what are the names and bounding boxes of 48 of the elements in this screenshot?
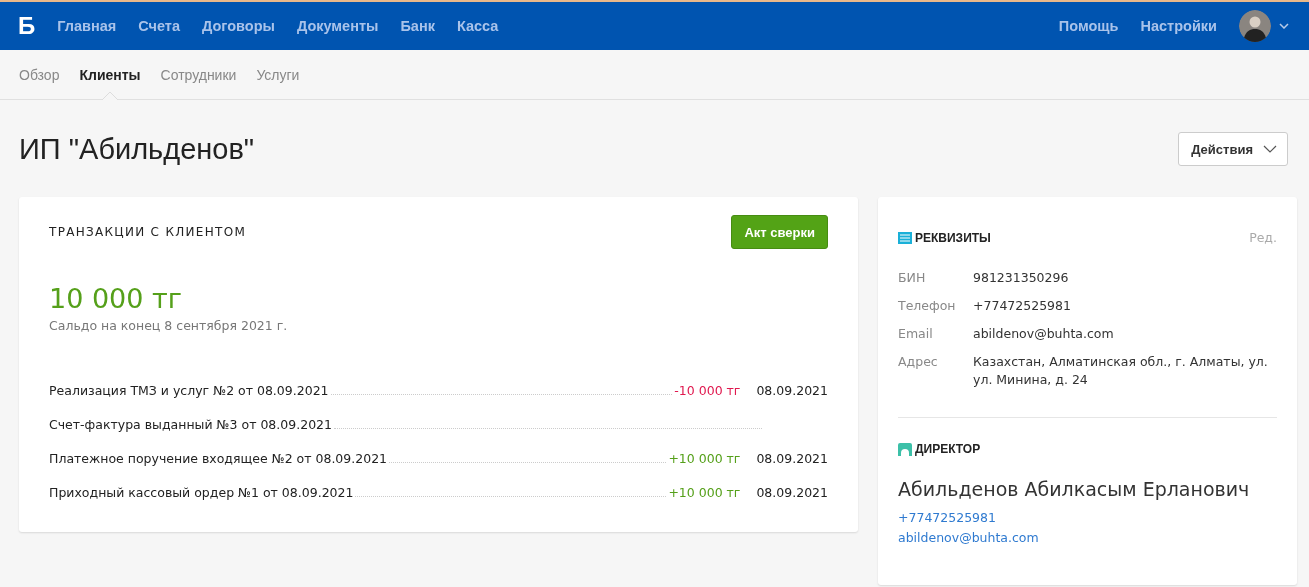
phone-link[interactable]: +77472525981 (898, 508, 996, 528)
balance-amount: 10 000 тг (49, 283, 183, 314)
transaction-amount: +10 000 тг (668, 450, 741, 468)
field-label: Телефон (898, 297, 957, 315)
reconciliation-button[interactable]: Акт сверки (731, 215, 828, 249)
field-label: Адрес (898, 353, 939, 371)
nav-link[interactable]: Счета (138, 18, 180, 34)
nav-link[interactable]: Банк (400, 18, 435, 34)
nav-link[interactable]: Договоры (202, 18, 275, 34)
field-value: 981231350296 (973, 269, 1070, 287)
transaction-date: 08.09.2021 (756, 450, 828, 468)
nav-link[interactable]: Документы (296, 18, 379, 34)
tab[interactable]: Обзор (19, 66, 60, 83)
actions-button[interactable]: Действия (1178, 132, 1288, 166)
tab[interactable]: Клиенты (79, 66, 141, 83)
caret-icon[interactable] (1279, 23, 1289, 29)
caret-icon (1263, 145, 1277, 153)
transaction-amount: -10 000 тг (674, 382, 741, 400)
page-title: ИП "Абильденов" (19, 132, 255, 166)
transaction-link[interactable]: Счет-фактура выданный №3 от 08.09.2021 (49, 415, 332, 434)
section-title: РЕКВИЗИТЫ (915, 230, 991, 245)
tab[interactable]: Услуги (256, 66, 300, 83)
transaction-date: 08.09.2021 (756, 484, 828, 502)
edit-link[interactable]: Ред. (1249, 230, 1277, 245)
person-icon (898, 442, 912, 456)
transaction-amount: +10 000 тг (668, 484, 741, 502)
nav-link[interactable]: Главная (57, 18, 117, 34)
avatar-icon[interactable] (1239, 10, 1271, 42)
field-value: abildenov@buhta.com (973, 325, 1115, 343)
nav-link[interactable]: Касса (456, 18, 499, 34)
logo[interactable]: Б (18, 12, 36, 40)
field-value: +77472525981 (973, 297, 1072, 315)
balance-caption: Сальдо на конец 8 сентября 2021 г. (49, 318, 289, 333)
list-icon (898, 231, 912, 244)
card-title: ТРАНЗАКЦИИ С КЛИЕНТОМ (49, 225, 247, 239)
director-name: Абильденов Абилкасым Ерланович (898, 478, 1251, 500)
field-label: БИН (898, 269, 927, 287)
nav-link[interactable]: Настройки (1140, 18, 1217, 34)
section-title: ДИРЕКТОР (915, 442, 981, 456)
transaction-link[interactable]: Приходный кассовый ордер №1 от 08.09.2021 (49, 483, 354, 502)
transaction-link[interactable]: Реализация ТМЗ и услуг №2 от 08.09.2021 (49, 381, 329, 400)
tab[interactable]: Сотрудники (160, 66, 237, 83)
transaction-link[interactable]: Платежное поручение входящее №2 от 08.09.2021 (49, 449, 388, 468)
email-link[interactable]: abildenov@buhta.com (898, 528, 1039, 548)
transaction-date: 08.09.2021 (756, 382, 828, 400)
field-value: Казахстан, Алматинская обл., г. Алматы, ул. ул. Минина, д. 24 (973, 353, 1269, 389)
nav-link[interactable]: Помощь (1058, 18, 1119, 34)
field-label: Email (898, 325, 934, 343)
